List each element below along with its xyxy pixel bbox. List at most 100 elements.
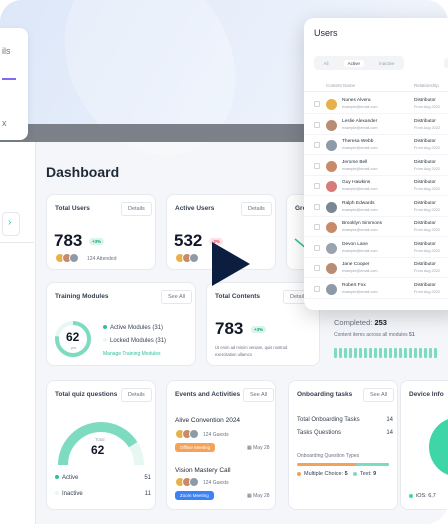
row-checkbox[interactable] — [314, 101, 320, 107]
user-email: example@email.com — [342, 187, 378, 191]
table-row[interactable]: Devon Lane example@email.com Distributor Fr… — [304, 238, 448, 258]
growth-badge: +3% — [89, 238, 105, 245]
text-value: 9 — [373, 471, 377, 477]
user-role: Distributor — [414, 180, 436, 185]
event-type-pill: Zoom Meeting — [175, 491, 214, 500]
card-title: Total quiz questions — [55, 391, 118, 398]
row-checkbox[interactable] — [314, 183, 320, 189]
card-title: Total Contents — [215, 293, 261, 300]
user-name: Robert Fox — [342, 282, 366, 288]
completion-bar — [394, 348, 397, 358]
row-value: 14 — [386, 417, 393, 423]
completed-description: Content items across all modules 51 — [334, 332, 415, 338]
user-role: Distributor — [414, 282, 436, 288]
legend-dot — [409, 493, 413, 498]
col-role[interactable]: Relationship — [414, 83, 439, 88]
user-date: From Aug 2022 — [414, 289, 440, 294]
user-email: example@email.com — [342, 269, 378, 273]
active-modules-legend: Active Modules (31) — [103, 325, 163, 331]
sidebar-toggle[interactable]: › — [2, 212, 20, 236]
table-row[interactable]: Leslie Alexander example@email.com Distrib… — [304, 115, 448, 135]
event-name[interactable]: Alive Convention 2024 — [175, 417, 240, 424]
details-button[interactable]: Details — [121, 388, 152, 402]
training-modules-card: Training Modules See All 62 pts Active M… — [46, 282, 196, 366]
attended-text: 124 Attended — [87, 256, 117, 262]
row-checkbox[interactable] — [314, 285, 320, 292]
see-all-button[interactable]: See All — [243, 388, 275, 402]
avatar — [326, 160, 337, 172]
sidebar: › — [0, 142, 36, 524]
row-checkbox[interactable] — [314, 121, 320, 128]
growth-badge: +3% — [251, 326, 267, 333]
user-email: example@email.com — [342, 289, 378, 294]
completion-bars — [334, 348, 437, 358]
users-title: Users — [314, 28, 338, 38]
avatar — [326, 119, 337, 131]
legend-dot — [297, 471, 301, 476]
event-guests: 124 Guests — [203, 480, 229, 486]
tab-inactive[interactable]: Inactive — [375, 60, 399, 67]
avatar-group — [55, 253, 79, 263]
row-checkbox[interactable] — [314, 162, 320, 169]
play-button-icon[interactable] — [212, 242, 250, 286]
event-date: ▦ May 28 — [247, 445, 270, 451]
row-checkbox[interactable] — [314, 142, 320, 148]
completed-value: 253 — [374, 318, 387, 327]
locked-modules-legend: Locked Modules (31) — [103, 338, 166, 344]
user-role: Distributor — [414, 159, 436, 165]
legend-count: (31) — [155, 338, 167, 344]
card-title: Events and Activities — [175, 391, 241, 398]
events-card: Events and Activities See All Alive Conv… — [166, 380, 276, 510]
users-filter-button[interactable] — [444, 58, 448, 68]
row-checkbox[interactable] — [314, 265, 320, 271]
completion-bar — [359, 348, 362, 358]
completion-bar — [334, 348, 337, 358]
avatar — [326, 222, 337, 233]
table-row[interactable]: Jerome Bell example@email.com Distributor F… — [304, 156, 448, 176]
table-row[interactable]: Ralph Edwards example@email.com Distributo… — [304, 197, 448, 217]
users-tabs: All Active Inactive — [314, 56, 404, 70]
user-date: From Aug 2022 — [414, 228, 440, 232]
user-role: Distributor — [414, 98, 436, 103]
user-name: Ralph Edwards — [342, 200, 375, 206]
see-all-button[interactable]: See All — [363, 388, 395, 402]
donut-value: 62 — [66, 330, 80, 344]
row-label: Tasks Questions — [297, 430, 342, 436]
tab-active[interactable]: Active — [343, 59, 364, 67]
table-row[interactable]: Theresa Webb example@email.com Distributor… — [304, 135, 448, 155]
ios-label: iOS: 6,7 — [416, 493, 436, 499]
row-checkbox[interactable] — [314, 224, 320, 230]
inactive-label: Inactive — [62, 491, 83, 497]
user-name: Guy Hawkins — [342, 180, 371, 185]
page-title: Dashboard — [46, 164, 120, 180]
left-peek-text-bottom: x — [2, 118, 7, 128]
user-role: Distributor — [414, 262, 436, 267]
details-button[interactable]: Details — [241, 202, 272, 216]
table-row[interactable]: Brooklyn Simmons example@email.com Distrib… — [304, 217, 448, 237]
total-users-value: 783 — [54, 231, 83, 250]
event-type-pill: Offline Meeting — [175, 443, 216, 452]
table-row[interactable]: Nunes Alvera example@email.com Distributor… — [304, 94, 448, 114]
device-info-card: Device Info iOS: 6,7 — [400, 380, 448, 510]
details-button[interactable]: Details — [121, 202, 152, 216]
avatar-group — [175, 253, 199, 263]
completion-bar — [424, 348, 427, 358]
table-row[interactable]: Robert Fox example@email.com Distributor Fr… — [304, 279, 448, 299]
event-name[interactable]: Vision Mastery Call — [175, 467, 231, 474]
col-name[interactable]: Content Name — [326, 83, 355, 88]
manage-training-link[interactable]: Manage Training Modules — [103, 351, 161, 357]
see-all-button[interactable]: See All — [161, 290, 193, 304]
tab-all[interactable]: All — [320, 60, 333, 67]
contents-description: Ut enim ad minim veniam, quis nostrud — [215, 345, 288, 350]
row-checkbox[interactable] — [314, 203, 320, 210]
row-checkbox[interactable] — [314, 244, 320, 251]
completion-bar — [344, 348, 347, 358]
total-contents-card: Total Contents Details 783 +3% Ut enim a… — [206, 282, 320, 366]
table-row[interactable]: Guy Hawkins example@email.com Distributor F… — [304, 176, 448, 196]
gauge-value: 62 — [91, 443, 105, 457]
legend-dot — [353, 471, 357, 476]
avatar — [326, 201, 337, 213]
left-peek-line — [2, 78, 16, 80]
table-row[interactable]: Jane Cooper example@email.com Distributor F… — [304, 258, 448, 278]
text-label: Text: — [360, 471, 372, 477]
